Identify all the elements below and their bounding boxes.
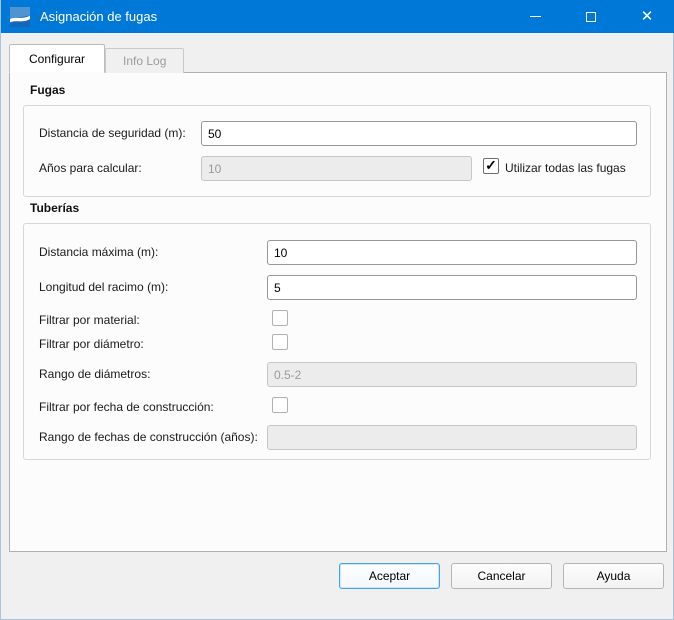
filtrar-diametro-label: Filtrar por diámetro: xyxy=(39,337,144,351)
anos-calcular-label: Años para calcular: xyxy=(39,161,142,175)
app-logo-icon xyxy=(10,7,30,27)
distancia-seguridad-input[interactable] xyxy=(201,121,637,146)
minimize-button[interactable] xyxy=(507,0,563,33)
rango-fechas-label: Rango de fechas de construcción (años): xyxy=(39,430,258,444)
accept-button[interactable]: Aceptar xyxy=(339,563,440,589)
rango-fechas-input xyxy=(267,425,637,450)
fugas-group-frame: Distancia de seguridad (m): Años para ca… xyxy=(23,105,651,197)
tab-configurar-label: Configurar xyxy=(29,52,85,66)
rango-diametros-input xyxy=(267,362,637,387)
fugas-group-title: Fugas xyxy=(30,83,65,97)
configurar-tab-panel: Fugas Distancia de seguridad (m): Años p… xyxy=(9,72,667,552)
close-icon: ✕ xyxy=(641,9,654,24)
filtrar-fecha-label: Filtrar por fecha de construcción: xyxy=(39,400,214,414)
close-button[interactable]: ✕ xyxy=(619,0,674,33)
help-button-label: Ayuda xyxy=(597,569,631,583)
dialog-button-row: Aceptar Cancelar Ayuda xyxy=(339,563,664,589)
caption-buttons: ✕ xyxy=(507,0,674,33)
leak-assignment-dialog: Asignación de fugas ✕ Configurar Info Lo… xyxy=(0,0,674,620)
cancel-button[interactable]: Cancelar xyxy=(451,563,552,589)
accept-button-label: Aceptar xyxy=(369,569,410,583)
utilizar-todas-checkbox[interactable]: ✓ xyxy=(483,158,499,174)
longitud-racimo-label: Longitud del racimo (m): xyxy=(39,280,168,294)
maximize-icon xyxy=(586,12,596,22)
distancia-maxima-label: Distancia máxima (m): xyxy=(39,245,158,259)
filtrar-fecha-checkbox[interactable] xyxy=(272,397,288,413)
cancel-button-label: Cancelar xyxy=(477,569,525,583)
check-icon: ✓ xyxy=(485,158,497,172)
tuberias-group-frame: Distancia máxima (m): Longitud del racim… xyxy=(23,223,651,460)
distancia-seguridad-label: Distancia de seguridad (m): xyxy=(39,126,186,140)
distancia-maxima-input[interactable] xyxy=(267,240,637,265)
title-bar: Asignación de fugas ✕ xyxy=(1,0,674,33)
filtrar-material-checkbox[interactable] xyxy=(272,310,288,326)
longitud-racimo-input[interactable] xyxy=(267,275,637,300)
utilizar-todas-label: Utilizar todas las fugas xyxy=(505,161,626,175)
anos-calcular-input xyxy=(201,156,472,181)
tab-bar: Configurar Info Log xyxy=(9,44,184,73)
tab-info-log[interactable]: Info Log xyxy=(105,48,184,73)
help-button[interactable]: Ayuda xyxy=(563,563,664,589)
tuberias-group-title: Tuberías xyxy=(30,201,79,215)
window-title: Asignación de fugas xyxy=(40,9,157,24)
filtrar-material-label: Filtrar por material: xyxy=(39,313,140,327)
tab-info-log-label: Info Log xyxy=(123,54,166,68)
rango-diametros-label: Rango de diámetros: xyxy=(39,367,150,381)
filtrar-diametro-checkbox[interactable] xyxy=(272,334,288,350)
maximize-button[interactable] xyxy=(563,0,619,33)
tab-configurar[interactable]: Configurar xyxy=(9,44,105,73)
minimize-icon xyxy=(530,16,541,17)
